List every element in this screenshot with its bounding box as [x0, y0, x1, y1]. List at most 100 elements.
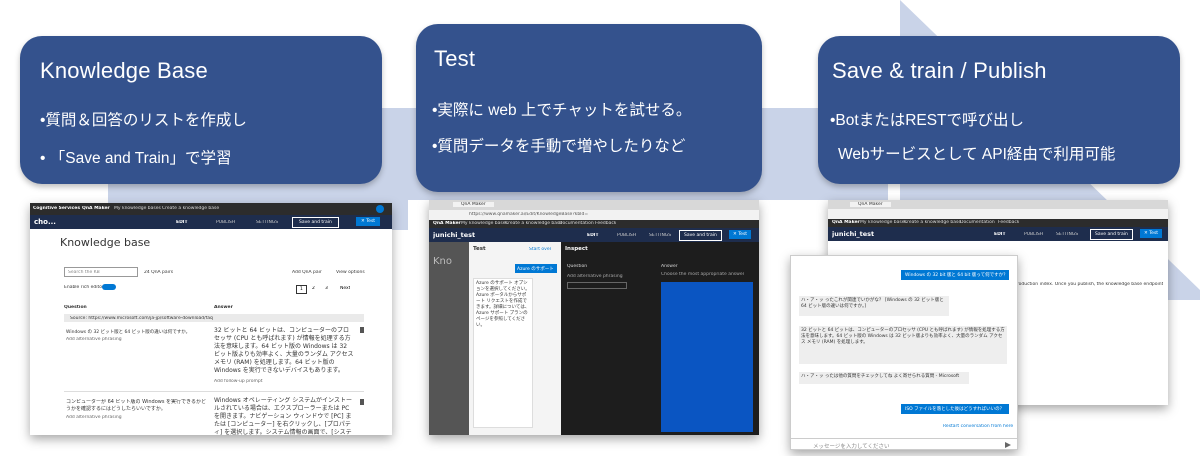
next-page[interactable]: Next — [340, 286, 350, 291]
answer-box[interactable] — [661, 282, 753, 432]
nav-bar: QnA Maker My knowledge bases Create a kn… — [828, 219, 1168, 227]
address-bar[interactable]: https://www.qnamaker.ai/Edit/KnowledgeBa… — [429, 210, 759, 220]
card-bullet: • 「Save and Train」で学習 — [40, 150, 232, 167]
answer-text[interactable]: 32 ビットと 64 ビットは、コンピューターのプロセッサ (CPU とも呼ばれ… — [214, 327, 354, 375]
tab-edit[interactable]: EDIT — [587, 233, 599, 238]
save-train-button[interactable]: Save and train — [679, 230, 722, 241]
top-bar: Cognitive Services QnA Maker My knowledg… — [30, 203, 392, 215]
tab-edit[interactable]: EDIT — [994, 232, 1006, 237]
browser-tabbar: QnA Maker — [429, 200, 759, 210]
card-bullet: •質問＆回答のリストを作成し — [40, 112, 247, 129]
nav-brand: QnA Maker — [433, 221, 461, 226]
card-bullet: •BotまたはRESTで呼び出し — [830, 112, 1025, 129]
tab-settings[interactable]: SETTINGS — [649, 233, 671, 238]
rich-editor-toggle[interactable] — [102, 284, 116, 290]
add-alternative-link[interactable]: Add alternative phrasing — [66, 337, 122, 342]
nav-link[interactable]: Documentation — [960, 220, 995, 225]
page-3[interactable]: 3 — [325, 286, 328, 291]
chat-input[interactable]: メッセージを入力してください — [791, 438, 1017, 450]
add-alternative-link[interactable]: Add alternative phrasing — [567, 274, 623, 279]
test-panel-screenshot: QnA Maker https://www.qnamaker.ai/Edit/K… — [429, 200, 759, 435]
delete-icon[interactable] — [360, 399, 364, 405]
card-bullet: Webサービスとして API経由で利用可能 — [838, 146, 1116, 163]
chat-user-bubble: Windows の 32 bit 版と 64 bit 版って何ですか？ — [901, 270, 1009, 280]
tab-publish[interactable]: PUBLISH — [1024, 232, 1043, 237]
tab-settings[interactable]: SETTINGS — [256, 220, 278, 225]
choose-answer-text: Choose the most appropriate answer — [661, 272, 745, 277]
source-row: Source: https://www.microsoft.com/ja-jp/… — [64, 314, 364, 322]
bot-message: Azure のサポート オプションを選択してください。Azure ポータルからサ… — [473, 278, 533, 428]
tab-publish[interactable]: PUBLISH — [216, 220, 235, 225]
knowledge-base-card: Knowledge Base •質問＆回答のリストを作成し • 「Save an… — [20, 36, 382, 184]
browser-tab[interactable]: QnA Maker — [850, 202, 891, 207]
follow-up-link[interactable]: Add follow-up prompt — [214, 379, 263, 384]
source-text: Source: https://www.microsoft.com/ja-jp/… — [70, 316, 213, 321]
column-answer: Answer — [214, 305, 233, 310]
tab-publish[interactable]: PUBLISH — [617, 233, 636, 238]
page-1[interactable]: 1 — [296, 285, 307, 294]
tab-settings[interactable]: SETTINGS — [1056, 232, 1078, 237]
question-text[interactable]: Windows の 32 ビット版と 64 ビット版の違いは何ですか。 — [66, 329, 206, 335]
page-2[interactable]: 2 — [312, 286, 315, 291]
test-title: Test — [473, 246, 486, 252]
add-alternative-link[interactable]: Add alternative phrasing — [66, 415, 122, 420]
nav-link[interactable]: My knowledge bases — [860, 220, 907, 225]
test-button[interactable]: ✕ Test — [729, 230, 752, 239]
question-text[interactable]: コンピューターが 64 ビット版の Windows を実行できるかどうかを確認す… — [66, 399, 206, 413]
nav-link[interactable]: My knowledge bases — [461, 221, 508, 226]
test-chat-pane: Test Start over Azure のサポート Azure のサポート … — [469, 242, 561, 435]
chat-input-placeholder: メッセージを入力してください — [813, 444, 890, 450]
slide: Knowledge Base •質問＆回答のリストを作成し • 「Save an… — [0, 0, 1200, 456]
card-title: Knowledge Base — [40, 58, 208, 83]
test-button[interactable]: ✕ Test — [356, 217, 381, 226]
nav-link[interactable]: Create a knowledge base — [162, 206, 219, 211]
user-message: Azure のサポート — [515, 264, 557, 273]
publish-info-text: production index. Once you publish, the … — [1014, 282, 1164, 287]
background-heading: Kno — [433, 256, 453, 267]
search-input[interactable]: Search the KB — [64, 267, 138, 277]
alt-phrasing-input[interactable] — [567, 282, 627, 289]
card-title: Save & train / Publish — [832, 58, 1047, 83]
answer-label: Answer — [661, 264, 678, 269]
nav-link[interactable]: Create a knowledge base — [505, 221, 562, 226]
kb-bar: junichi_test EDIT PUBLISH SETTINGS Save … — [828, 227, 1168, 241]
avatar[interactable] — [376, 205, 384, 213]
nav-link[interactable]: Documentation — [559, 221, 594, 226]
nav-link[interactable]: Create a knowledge base — [904, 220, 961, 225]
nav-link[interactable]: Feedback — [595, 221, 616, 226]
tab-edit[interactable]: EDIT — [176, 220, 188, 225]
test-card: Test •実際に web 上でチャットを試せる。 •質問データを手動で増やした… — [416, 24, 762, 192]
kb-bar: junichi_test EDIT PUBLISH SETTINGS Save … — [429, 228, 759, 242]
test-button[interactable]: ✕ Test — [1140, 229, 1163, 238]
nav-brand: QnA Maker — [832, 220, 860, 225]
column-question: Question — [64, 305, 87, 310]
knowledge-base-screenshot: Cognitive Services QnA Maker My knowledg… — [30, 203, 392, 435]
inspect-title: Inspect — [565, 246, 588, 252]
chat-bot-bubble: ハ・ア・ッ ったは他の質問をチェックしてね よく寄せられる質問 - Micros… — [799, 372, 969, 384]
nav-link[interactable]: My knowledge bases — [114, 206, 161, 211]
qna-pair-count: 24 QnA pairs — [144, 270, 174, 275]
kb-name: junichi_test — [433, 231, 476, 239]
restart-link[interactable]: Restart conversation from here — [943, 424, 1013, 429]
address-bar[interactable] — [828, 209, 1168, 219]
chat-bot-bubble: 32 ビットと 64 ビットは、コンピューターのプロセッサ (CPU とも呼ばれ… — [799, 326, 1007, 364]
answer-text[interactable]: Windows オペレーティング システムがインストールされている場合は、エクス… — [214, 397, 354, 435]
rich-editor-label: Enable rich editor — [64, 285, 104, 290]
chat-user-text: Windows の 32 bit 版と 64 bit 版って何ですか？ — [905, 273, 1008, 278]
save-train-button[interactable]: Save and train — [292, 217, 339, 228]
chat-bot-bubble: ハ・ア・ッ ったこれが関連でいかがな？ [Windows の 32 ビット版と … — [799, 296, 949, 316]
row-divider — [64, 391, 364, 392]
nav-link[interactable]: Feedback — [998, 220, 1019, 225]
start-over-button[interactable]: Start over — [529, 247, 551, 252]
send-icon[interactable] — [1005, 442, 1011, 448]
card-title: Test — [434, 46, 476, 71]
inspect-pane: Inspect Question Add alternative phrasin… — [561, 242, 759, 435]
save-train-button[interactable]: Save and train — [1090, 229, 1133, 240]
view-options-button[interactable]: View options — [336, 270, 365, 275]
product-name: QnA Maker — [82, 206, 110, 211]
delete-icon[interactable] — [360, 327, 364, 333]
card-bullet: •実際に web 上でチャットを試せる。 — [432, 102, 692, 119]
add-pair-button[interactable]: Add QnA pair — [292, 270, 322, 275]
browser-tab[interactable]: QnA Maker — [453, 202, 494, 207]
browser-tabbar: QnA Maker — [828, 200, 1168, 209]
